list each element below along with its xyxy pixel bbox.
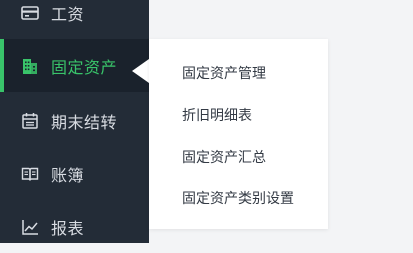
sidebar: 工资 固定资产 期末结转 账簿 报表 — [0, 0, 149, 243]
submenu-item-fixed-asset-management[interactable]: 固定资产管理 — [182, 63, 266, 83]
submenu-item-fixed-asset-summary[interactable]: 固定资产汇总 — [182, 147, 266, 167]
open-book-icon — [21, 165, 39, 183]
submenu-pointer — [132, 59, 149, 83]
submenu-item-depreciation-details[interactable]: 折旧明细表 — [182, 105, 252, 125]
sidebar-item-label: 账簿 — [51, 165, 85, 185]
sidebar-item-label: 报表 — [51, 218, 85, 238]
sidebar-item-label: 工资 — [51, 4, 85, 24]
wallet-card-icon — [21, 4, 39, 22]
fixed-assets-submenu: 固定资产管理 折旧明细表 固定资产汇总 固定资产类别设置 — [149, 39, 328, 229]
calendar-icon — [21, 112, 39, 130]
sidebar-item-fixed-assets[interactable]: 固定资产 — [0, 39, 149, 92]
sidebar-item-ledger[interactable]: 账簿 — [0, 147, 149, 200]
sidebar-item-reports[interactable]: 报表 — [0, 200, 149, 253]
sidebar-item-label: 固定资产 — [51, 57, 118, 77]
sidebar-item-label: 期末结转 — [51, 112, 118, 132]
sidebar-item-period-end-closing[interactable]: 期末结转 — [0, 94, 149, 147]
submenu-item-category-settings[interactable]: 固定资产类别设置 — [182, 188, 294, 208]
building-icon — [21, 57, 39, 75]
sidebar-item-salary[interactable]: 工资 — [0, 0, 149, 39]
line-chart-icon — [21, 218, 39, 236]
